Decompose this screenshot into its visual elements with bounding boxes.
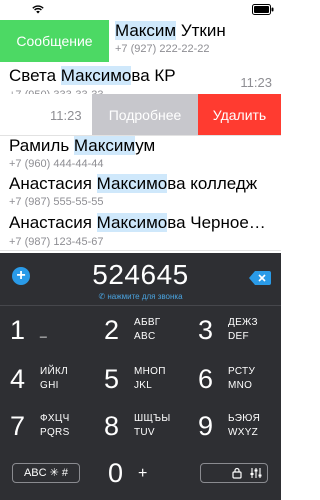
key-4[interactable]: 4 ИЙКЛ GHI: [0, 359, 93, 405]
wifi-icon: [32, 5, 44, 14]
voicemail-icon: _: [40, 324, 47, 338]
delete-button[interactable]: Удалить: [198, 94, 281, 135]
key-6[interactable]: 6 РСТУ MNO: [188, 359, 281, 405]
key-1[interactable]: 1 _: [0, 310, 93, 356]
contact-name: Анастасия Максимова колледж: [9, 174, 258, 193]
more-details-button[interactable]: Подробнее: [92, 94, 198, 135]
contact-row[interactable]: Сообщение Максим Уткин +7 (927) 222-22-2…: [0, 20, 281, 64]
name-highlight: Максимо: [96, 213, 168, 232]
name-highlight: Максим: [73, 136, 136, 155]
contact-row-swiped[interactable]: 11:23 Подробнее Удалить: [0, 94, 281, 136]
key-5[interactable]: 5 МНОП JKL: [94, 359, 187, 405]
divider: [0, 305, 281, 306]
contact-phone: +7 (927) 222-22-22: [115, 43, 210, 55]
call-time: 11:23: [50, 108, 82, 123]
contact-phone: +7 (987) 123-45-67: [9, 236, 104, 248]
contact-name: Анастасия Максимова Черное…: [9, 213, 266, 232]
key-2[interactable]: 2 АБВГ ABC: [94, 310, 187, 356]
call-time: 11:23: [240, 75, 272, 90]
search-results-list: Сообщение Максим Уткин +7 (927) 222-22-2…: [0, 20, 281, 253]
keypad-settings-button[interactable]: [200, 463, 268, 483]
key-3[interactable]: 3 ДЕЖЗ DEF: [188, 310, 281, 356]
battery-icon: [252, 4, 274, 15]
call-hint[interactable]: ✆ нажмите для звонка: [0, 292, 281, 301]
key-7[interactable]: 7 ФХЦЧ PQRS: [0, 406, 93, 452]
key-8[interactable]: 8 ШЩЪЫ TUV: [94, 406, 187, 452]
name-highlight: Максимо: [96, 174, 168, 193]
key-0[interactable]: 0 +: [105, 454, 175, 494]
lock-icon: [232, 467, 242, 479]
message-action-button[interactable]: Сообщение: [0, 20, 109, 62]
dialer-keypad: + 524645 ✆ нажмите для звонка 1 _ 2 АБВГ…: [0, 253, 281, 500]
contact-name: Максим Уткин: [115, 21, 226, 40]
contact-name: Рамиль Максимум: [9, 136, 156, 155]
contact-name: Света Максимова КР: [9, 66, 176, 85]
abc-toggle-button[interactable]: ABC ✳ #: [12, 463, 80, 483]
sliders-icon: [250, 468, 262, 478]
dialed-number: 524645: [92, 259, 189, 290]
status-bar: [0, 0, 281, 20]
contact-phone: +7 (960) 444-44-44: [9, 158, 104, 170]
name-highlight: Максимо: [60, 66, 132, 85]
name-highlight: Максим: [115, 21, 177, 40]
contact-row[interactable]: Анастасия Максимова Черное… +7 (987) 123…: [0, 207, 281, 251]
key-9[interactable]: 9 ЬЭЮЯ WXYZ: [188, 406, 281, 452]
dial-display: + 524645 ✆ нажмите для звонка: [0, 253, 281, 305]
backspace-icon[interactable]: [249, 271, 271, 285]
